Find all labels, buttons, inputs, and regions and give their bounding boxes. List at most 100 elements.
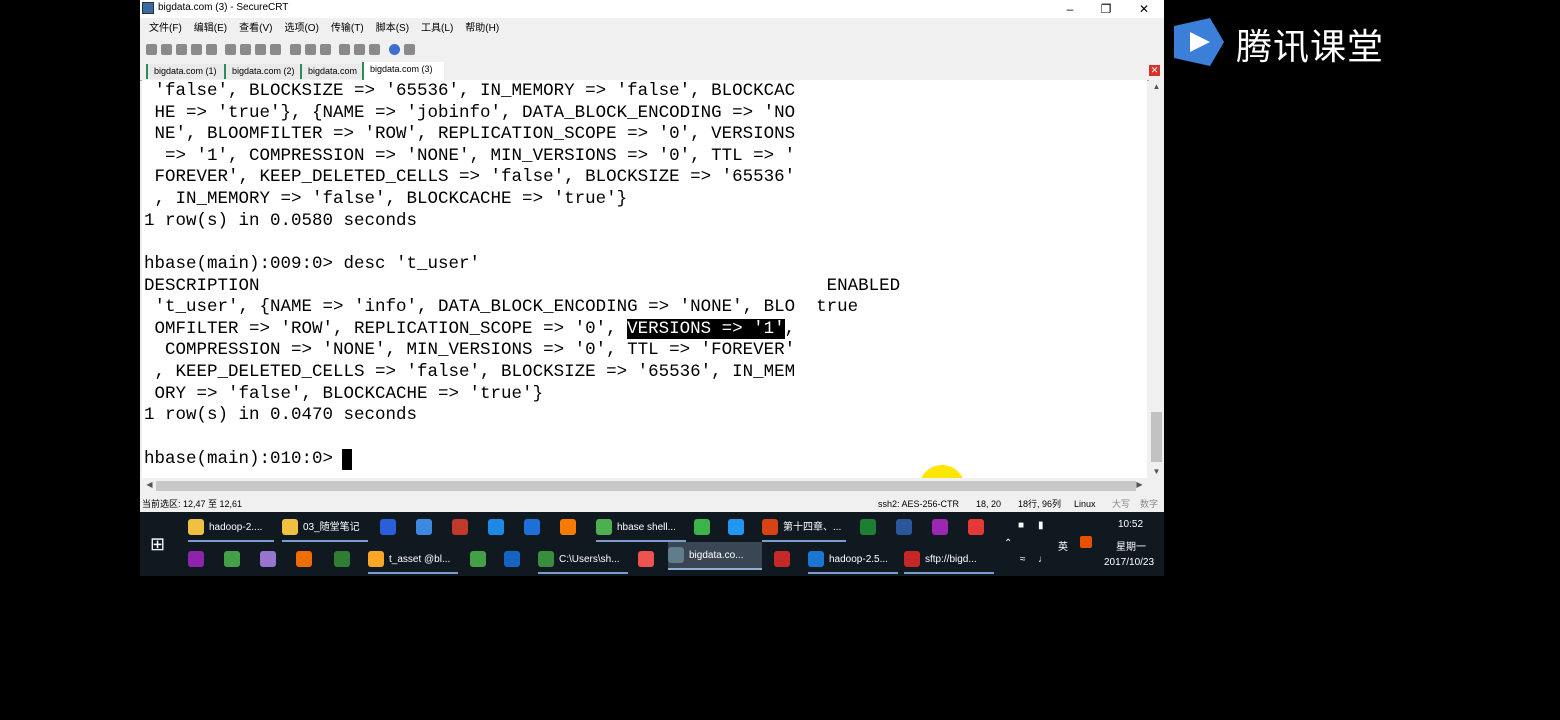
terminal-prompt: hbase(main):010:0>	[144, 449, 344, 469]
restore-button[interactable]: ❐	[1088, 0, 1124, 18]
taskbar-firefox[interactable]	[560, 514, 582, 542]
taskbar-app[interactable]	[452, 514, 474, 542]
tab-bigdata-1[interactable]: bigdata.com (1)	[146, 64, 226, 79]
scroll-up-icon[interactable]: ▲	[1149, 82, 1164, 91]
taskbar-notes-folder[interactable]: 03_随堂笔记	[282, 514, 368, 542]
status-os: Linux	[1074, 499, 1096, 509]
tab-bigdata-2[interactable]: bigdata.com (2)	[224, 64, 302, 79]
copy-paste-icon[interactable]	[255, 44, 267, 55]
help-icon[interactable]	[388, 44, 400, 55]
session-tabs: bigdata.com (1) bigdata.com (2) bigdata.…	[140, 62, 1164, 81]
connect-icon[interactable]	[146, 44, 157, 55]
taskbar-pycharm[interactable]	[470, 546, 492, 574]
toolbar-more-icon[interactable]	[403, 44, 415, 55]
app-icon	[932, 519, 948, 536]
taskbar-app[interactable]	[488, 514, 510, 542]
folder-icon	[188, 519, 204, 536]
navicat-icon	[368, 551, 384, 568]
securecrt-app-icon	[142, 2, 154, 14]
axure-icon	[188, 551, 204, 568]
print-icon[interactable]	[289, 44, 301, 55]
taskbar-app[interactable]	[728, 514, 750, 542]
taskbar-app[interactable]	[932, 514, 954, 542]
horizontal-scroll-thumb[interactable]	[156, 481, 1136, 491]
tray-app-icon[interactable]: ■	[1018, 520, 1024, 531]
tab-bigdata-3[interactable]: bigdata.com (3)	[362, 62, 444, 80]
terminal-line-suffix: ,	[784, 319, 796, 339]
scroll-right-icon[interactable]: ▶	[1132, 480, 1147, 489]
disconnect-icon[interactable]	[206, 44, 217, 55]
global-options-icon[interactable]	[354, 44, 366, 55]
app-icon	[694, 519, 710, 536]
menu-options[interactable]: 选项(O)	[284, 20, 318, 38]
volume-icon[interactable]: ♩	[1038, 554, 1048, 565]
taskbar-intellij[interactable]	[504, 546, 526, 574]
tray-input-icon[interactable]	[1080, 536, 1092, 548]
selected-text: VERSIONS => '1'	[627, 319, 785, 339]
terminal-view[interactable]: 'false', BLOCKSIZE => '65536', IN_MEMORY…	[142, 80, 1147, 478]
taskbar-app[interactable]	[968, 514, 990, 542]
reconnect-icon[interactable]	[191, 44, 202, 55]
vertical-scrollbar[interactable]: ▲ ▼	[1149, 80, 1164, 478]
taskbar-app[interactable]	[380, 514, 402, 542]
menu-transfer[interactable]: 传输(T)	[331, 20, 364, 38]
scroll-left-icon[interactable]: ◀	[142, 480, 157, 489]
taskbar-powerpoint[interactable]: 第十四章、...	[762, 514, 846, 542]
taskbar-word[interactable]	[896, 514, 918, 542]
taskbar-app[interactable]	[694, 514, 716, 542]
terminal-line: DESCRIPTION ENABLED	[144, 276, 901, 296]
menu-tools[interactable]: 工具(L)	[421, 20, 453, 38]
pycharm-icon	[470, 551, 486, 568]
taskbar-securecrt[interactable]: bigdata.co...	[668, 542, 762, 570]
print-screen-icon[interactable]	[319, 44, 331, 55]
taskbar-cmd[interactable]: C:\Users\sh...	[538, 546, 628, 574]
taskbar-app[interactable]	[296, 546, 318, 574]
app-icon	[728, 519, 744, 536]
quick-connect-icon[interactable]	[161, 44, 172, 55]
keymap-icon[interactable]	[369, 44, 381, 55]
clock-date[interactable]: 2017/10/23	[1104, 557, 1154, 568]
taskbar-chrome-hbase[interactable]: hbase shell...	[596, 514, 686, 542]
filezilla-icon	[904, 551, 920, 568]
wifi-icon[interactable]: ≈	[1020, 554, 1026, 565]
find-icon[interactable]	[270, 44, 282, 55]
close-tab-icon[interactable]: ✕	[1149, 65, 1160, 76]
clock-weekday[interactable]: 星期一	[1116, 538, 1146, 553]
tray-expand-icon[interactable]: ⌃	[1004, 538, 1012, 549]
taskbar-app[interactable]	[638, 546, 660, 574]
tab-bigdata[interactable]: bigdata.com	[300, 64, 364, 79]
scroll-down-icon[interactable]: ▼	[1149, 467, 1164, 476]
taskbar-excel[interactable]	[860, 514, 882, 542]
copy-icon[interactable]	[225, 44, 237, 55]
taskbar-navicat[interactable]: t_asset @bl...	[368, 546, 458, 574]
print-selection-icon[interactable]	[304, 44, 316, 55]
paste-icon[interactable]	[240, 44, 252, 55]
clock-time[interactable]: 10:52	[1118, 519, 1143, 530]
tray-battery-icon[interactable]: ▮	[1038, 520, 1044, 531]
powerpoint-icon	[762, 519, 778, 536]
menu-script[interactable]: 脚本(S)	[376, 20, 409, 38]
menu-file[interactable]: 文件(F)	[149, 20, 182, 38]
windows-start-icon[interactable]: ⊞	[150, 534, 170, 554]
close-button[interactable]: ✕	[1126, 0, 1162, 18]
ime-indicator[interactable]: 英	[1058, 538, 1068, 553]
vertical-scroll-thumb[interactable]	[1151, 412, 1162, 462]
taskbar-hadoop-folder[interactable]: hadoop-2....	[188, 514, 274, 542]
minimize-button[interactable]: –	[1052, 0, 1088, 18]
taskbar-app[interactable]	[224, 546, 246, 574]
taskbar-sftp[interactable]: sftp://bigd...	[904, 546, 994, 574]
taskbar-hadoop-browser[interactable]: hadoop-2.5...	[808, 546, 898, 574]
taskbar-ie[interactable]	[524, 514, 546, 542]
menu-help[interactable]: 帮助(H)	[465, 20, 499, 38]
connect-tab-icon[interactable]	[176, 44, 187, 55]
menu-edit[interactable]: 编辑(E)	[194, 20, 227, 38]
taskbar-app[interactable]	[416, 514, 438, 542]
taskbar-filezilla[interactable]	[774, 546, 796, 574]
taskbar-eclipse[interactable]	[260, 546, 282, 574]
session-options-icon[interactable]	[339, 44, 351, 55]
taskbar-axure[interactable]	[188, 546, 210, 574]
status-caps: 大写	[1112, 499, 1131, 509]
horizontal-scrollbar[interactable]: ◀ ▶	[142, 479, 1147, 493]
taskbar-app[interactable]	[334, 546, 356, 574]
menu-view[interactable]: 查看(V)	[239, 20, 272, 38]
